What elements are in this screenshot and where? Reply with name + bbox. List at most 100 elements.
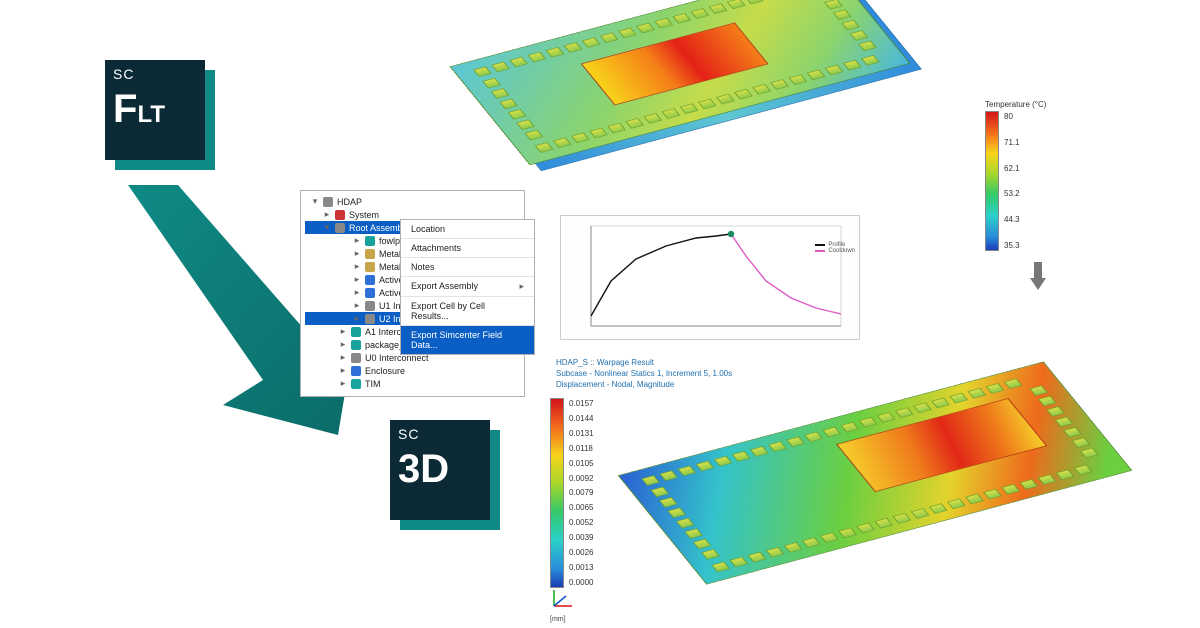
- context-menu-item[interactable]: Notes: [401, 258, 534, 277]
- thermal-render-top: [450, 0, 911, 165]
- legend-tick: 53.2: [1004, 189, 1020, 198]
- legend-tick: 0.0013: [569, 563, 593, 572]
- expand-icon[interactable]: ▾: [311, 196, 319, 207]
- legend-tick: 80: [1004, 112, 1020, 121]
- profile-chart: Profile Cooldown: [560, 215, 860, 340]
- tile-front: SC 3D: [390, 420, 490, 520]
- assembly-icon: [335, 223, 345, 233]
- legend-unit: [mm]: [550, 616, 566, 623]
- context-menu-label: Export Assembly: [411, 281, 478, 292]
- expand-icon[interactable]: ▾: [323, 222, 331, 233]
- node-icon: [351, 379, 361, 389]
- legend-tick: 44.3: [1004, 215, 1020, 224]
- expand-icon[interactable]: ▸: [353, 300, 361, 311]
- tree-item[interactable]: ▸ Enclosure: [305, 364, 524, 377]
- expand-icon[interactable]: ▸: [353, 248, 361, 259]
- context-menu-item[interactable]: Export Cell by Cell Results...: [401, 297, 534, 326]
- chevron-right-icon: ▸: [519, 281, 524, 292]
- expand-icon[interactable]: ▸: [323, 209, 331, 220]
- chart-legend: Profile Cooldown: [815, 242, 855, 254]
- tile-main-suf: LT: [137, 101, 165, 128]
- expand-icon[interactable]: ▸: [339, 326, 347, 337]
- die-chip: [836, 398, 1047, 492]
- legend-tick: 0.0092: [569, 474, 593, 483]
- node-icon: [351, 366, 361, 376]
- result-line2: Subcase - Nonlinear Statics 1, Increment…: [556, 369, 732, 380]
- result-header: HDAP_S :: Warpage Result Subcase - Nonli…: [556, 358, 732, 390]
- node-icon: [365, 288, 375, 298]
- small-arrow-down-icon: [1030, 262, 1046, 290]
- legend-colorbar: 0.01570.01440.01310.01180.01050.00920.00…: [550, 398, 564, 588]
- warpage-render-bottom: [618, 361, 1133, 584]
- tile-flt: SC FLT: [105, 60, 205, 160]
- chart-canvas: [561, 216, 861, 341]
- context-menu-label: Export Cell by Cell Results...: [411, 301, 524, 321]
- tile-main-label: FLT: [113, 88, 197, 130]
- node-icon: [365, 275, 375, 285]
- legend-tick: 62.1: [1004, 164, 1020, 173]
- tree-root-label: HDAP: [337, 197, 362, 207]
- node-icon: [351, 353, 361, 363]
- pcb-board: [618, 361, 1133, 584]
- context-menu-label: Location: [411, 224, 445, 234]
- context-menu-label: Export Simcenter Field Data...: [411, 330, 524, 350]
- expand-icon[interactable]: ▸: [339, 352, 347, 363]
- legend-colorbar: 8071.162.153.244.335.3: [985, 111, 999, 251]
- legend-tick: 0.0026: [569, 548, 593, 557]
- chart-legend-item: Cooldown: [828, 248, 855, 254]
- tree-root[interactable]: ▾ HDAP: [305, 195, 524, 208]
- legend-tick: 0.0039: [569, 533, 593, 542]
- node-icon: [351, 340, 361, 350]
- expand-icon[interactable]: ▸: [339, 339, 347, 350]
- legend-tick: 35.3: [1004, 241, 1020, 250]
- tile-sc-label: SC: [398, 426, 482, 442]
- legend-title: Temperature (°C): [985, 100, 1046, 109]
- node-icon: [365, 301, 375, 311]
- legend-tick: 0.0105: [569, 459, 593, 468]
- legend-tick: 0.0157: [569, 399, 593, 408]
- tree-item[interactable]: ▸ TIM: [305, 377, 524, 390]
- expand-icon[interactable]: ▸: [339, 365, 347, 376]
- tile-front: SC FLT: [105, 60, 205, 160]
- tree-item-label: Enclosure: [365, 366, 405, 376]
- tile-sc-label: SC: [113, 66, 197, 82]
- node-icon: [365, 262, 375, 272]
- tile-main-label: 3D: [398, 448, 482, 490]
- tile-main-pre: F: [113, 87, 137, 131]
- legend-tick: 0.0065: [569, 503, 593, 512]
- node-icon: [365, 236, 375, 246]
- expand-icon[interactable]: ▸: [353, 235, 361, 246]
- legend-tick: 0.0144: [569, 414, 593, 423]
- tile-3d: SC 3D: [390, 420, 490, 520]
- legend-tick: 0.0118: [569, 444, 593, 453]
- context-menu[interactable]: Location Attachments Notes Export Assembly ▸…: [400, 219, 535, 355]
- legend-tick: 0.0079: [569, 488, 593, 497]
- expand-icon[interactable]: ▸: [353, 287, 361, 298]
- node-icon: [365, 249, 375, 259]
- node-icon: [351, 327, 361, 337]
- expand-icon[interactable]: ▸: [353, 261, 361, 272]
- axes-triad-icon: [548, 588, 576, 612]
- tree-system-label: System: [349, 210, 379, 220]
- context-menu-item[interactable]: Attachments: [401, 239, 534, 258]
- displacement-legend: 0.01570.01440.01310.01180.01050.00920.00…: [550, 398, 564, 588]
- system-icon: [335, 210, 345, 220]
- legend-tick: 0.0131: [569, 429, 593, 438]
- context-menu-label: Notes: [411, 262, 435, 272]
- result-line3: Displacement - Nodal, Magnitude: [556, 380, 732, 391]
- context-menu-item[interactable]: Location: [401, 220, 534, 239]
- context-menu-item[interactable]: Export Assembly ▸: [401, 277, 534, 297]
- node-icon: [365, 314, 375, 324]
- expand-icon[interactable]: ▸: [353, 274, 361, 285]
- folder-icon: [323, 197, 333, 207]
- context-menu-item[interactable]: Export Simcenter Field Data...: [401, 326, 534, 354]
- legend-tick: 0.0052: [569, 518, 593, 527]
- temperature-legend: Temperature (°C) 8071.162.153.244.335.3: [985, 100, 1046, 251]
- expand-icon[interactable]: ▸: [353, 313, 361, 324]
- expand-icon[interactable]: ▸: [339, 378, 347, 389]
- context-menu-label: Attachments: [411, 243, 461, 253]
- legend-tick: 0.0000: [569, 578, 593, 587]
- tree-item-label: TIM: [365, 379, 381, 389]
- result-line1: HDAP_S :: Warpage Result: [556, 358, 732, 369]
- legend-tick: 71.1: [1004, 138, 1020, 147]
